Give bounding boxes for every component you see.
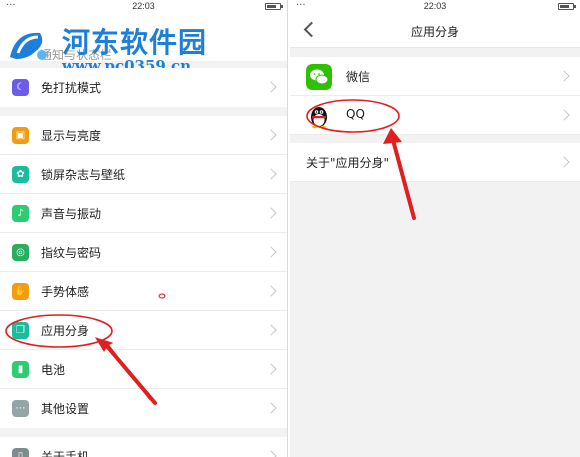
page-title: 应用分身: [410, 25, 459, 39]
chevron-right-icon: [265, 363, 277, 375]
settings-row[interactable]: ✿ 锁屏杂志与壁纸: [0, 155, 287, 194]
settings-row-label: 声音与振动: [41, 207, 102, 221]
display-icon: ▣: [12, 127, 29, 144]
chevron-right-icon: [558, 70, 570, 82]
chevron-right-icon: [265, 168, 277, 180]
moon-icon: ☾: [12, 79, 29, 96]
settings-row-label: 显示与亮度: [41, 129, 102, 143]
settings-row-label: 锁屏杂志与壁纸: [41, 168, 126, 182]
nav-bar: 应用分身: [290, 13, 580, 48]
wechat-icon: [306, 64, 332, 90]
chevron-right-icon: [558, 156, 570, 168]
app-clone-icon: ❐: [12, 322, 29, 339]
about-app-clone-label: 关于"应用分身": [306, 156, 390, 170]
app-row-wechat[interactable]: 微信: [290, 57, 580, 96]
settings-row[interactable]: ✋ 手势体感: [0, 272, 287, 311]
qq-penguin-icon: [311, 107, 327, 129]
settings-row[interactable]: ♪ 声音与振动: [0, 194, 287, 233]
chevron-right-icon: [265, 246, 277, 258]
settings-row-partial[interactable]: 通知与状态栏 河东软件园 www.pc0359.cn: [0, 13, 287, 75]
app-row-qq[interactable]: QQ: [290, 96, 580, 135]
battery-status-icon: [558, 3, 576, 10]
chevron-right-icon: [265, 81, 277, 93]
settings-row[interactable]: ☾ 免打扰模式: [0, 68, 287, 107]
chevron-right-icon: [265, 207, 277, 219]
settings-row-label: 电池: [41, 363, 66, 377]
settings-row-label: 应用分身: [41, 324, 90, 338]
settings-row-label: 手势体感: [41, 285, 90, 299]
app-label-wechat: 微信: [346, 70, 371, 84]
settings-row[interactable]: ❐ 应用分身: [0, 311, 287, 350]
about-app-clone-row[interactable]: 关于"应用分身": [290, 143, 580, 182]
settings-group-main: ▣ 显示与亮度 ✿ 锁屏杂志与壁纸 ♪ 声音与振动 ◎ 指纹与密码 ✋ 手势体感 ❐ 应用分身 ▮ 电池 ⋯…: [0, 116, 287, 428]
status-time: 22:03: [132, 1, 155, 11]
wallpaper-icon: ✿: [12, 166, 29, 183]
chevron-right-icon: [265, 450, 277, 457]
settings-group-about: ▯ 关于手机: [0, 437, 287, 457]
settings-row-label: 指纹与密码: [41, 246, 102, 260]
chevron-right-icon: [265, 129, 277, 141]
settings-row-label: 关于手机: [41, 450, 90, 457]
app-label-qq: QQ: [346, 107, 365, 121]
chevron-right-icon: [558, 109, 570, 121]
settings-row[interactable]: ◎ 指纹与密码: [0, 233, 287, 272]
left-phone-screen: ··· 22:03 通知与状态栏 河东软件园 www.pc0359.cn ☾ 免打…: [0, 0, 288, 457]
settings-row[interactable]: ▣ 显示与亮度: [0, 116, 287, 155]
settings-row[interactable]: ▯ 关于手机: [0, 437, 287, 457]
settings-row-label: 免打扰模式: [41, 81, 102, 95]
status-bar: ··· 22:03: [0, 0, 287, 13]
about-group: 关于"应用分身": [290, 143, 580, 182]
app-list: 微信 QQ: [290, 57, 580, 135]
watermark-title: 河东软件园: [62, 26, 208, 59]
more-icon: ⋯: [12, 400, 29, 417]
settings-group-dnd: ☾ 免打扰模式: [0, 68, 287, 107]
battery-icon: ▮: [12, 361, 29, 378]
settings-row-label: 其他设置: [41, 402, 90, 416]
settings-row[interactable]: ▮ 电池: [0, 350, 287, 389]
chevron-right-icon: [265, 324, 277, 336]
gesture-icon: ✋: [12, 283, 29, 300]
status-time: 22:03: [423, 1, 447, 11]
phone-icon: ▯: [12, 448, 29, 457]
battery-status-icon: [265, 3, 283, 10]
sound-icon: ♪: [12, 205, 29, 222]
chevron-right-icon: [265, 285, 277, 297]
settings-row[interactable]: ⋯ 其他设置: [0, 389, 287, 428]
chevron-right-icon: [265, 402, 277, 414]
watermark-logo-icon: [10, 32, 47, 60]
status-bar: ··· 22:03: [290, 0, 580, 13]
fingerprint-icon: ◎: [12, 244, 29, 261]
right-phone-screen: ··· 22:03 应用分身 微信 QQ 关于"应用分身": [290, 0, 580, 457]
